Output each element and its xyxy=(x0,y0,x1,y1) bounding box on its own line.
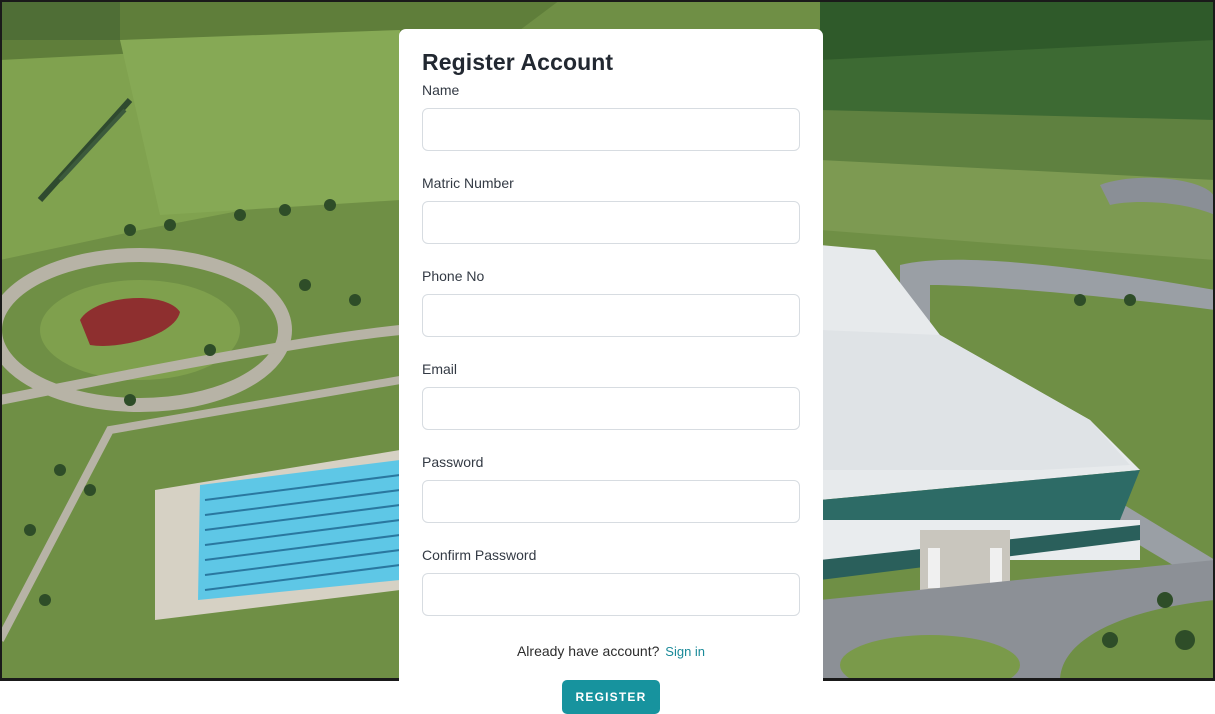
confirm-password-field-group: Confirm Password xyxy=(422,547,800,616)
confirm-password-input[interactable] xyxy=(422,573,800,616)
password-input[interactable] xyxy=(422,480,800,523)
matric-number-field-group: Matric Number xyxy=(422,175,800,244)
register-card: Register Account Name Matric Number Phon… xyxy=(399,29,823,714)
page-title: Register Account xyxy=(422,49,614,75)
phone-label: Phone No xyxy=(422,268,485,284)
phone-field-group: Phone No xyxy=(422,268,800,337)
confirm-password-label: Confirm Password xyxy=(422,547,537,563)
phone-input[interactable] xyxy=(422,294,800,337)
signin-prompt-row: Already have account? Sign in xyxy=(422,643,800,660)
sign-in-link[interactable]: Sign in xyxy=(665,644,705,659)
email-label: Email xyxy=(422,361,458,377)
email-field-group: Email xyxy=(422,361,800,430)
name-label: Name xyxy=(422,82,460,98)
password-field-group: Password xyxy=(422,454,800,523)
email-input[interactable] xyxy=(422,387,800,430)
matric-number-input[interactable] xyxy=(422,201,800,244)
signin-prompt-text: Already have account? xyxy=(516,643,660,659)
register-button[interactable]: REGISTER xyxy=(562,680,660,714)
name-input[interactable] xyxy=(422,108,800,151)
register-button-row: REGISTER xyxy=(422,680,800,714)
password-label: Password xyxy=(422,454,484,470)
name-field-group: Name xyxy=(422,82,800,151)
matric-number-label: Matric Number xyxy=(422,175,514,191)
